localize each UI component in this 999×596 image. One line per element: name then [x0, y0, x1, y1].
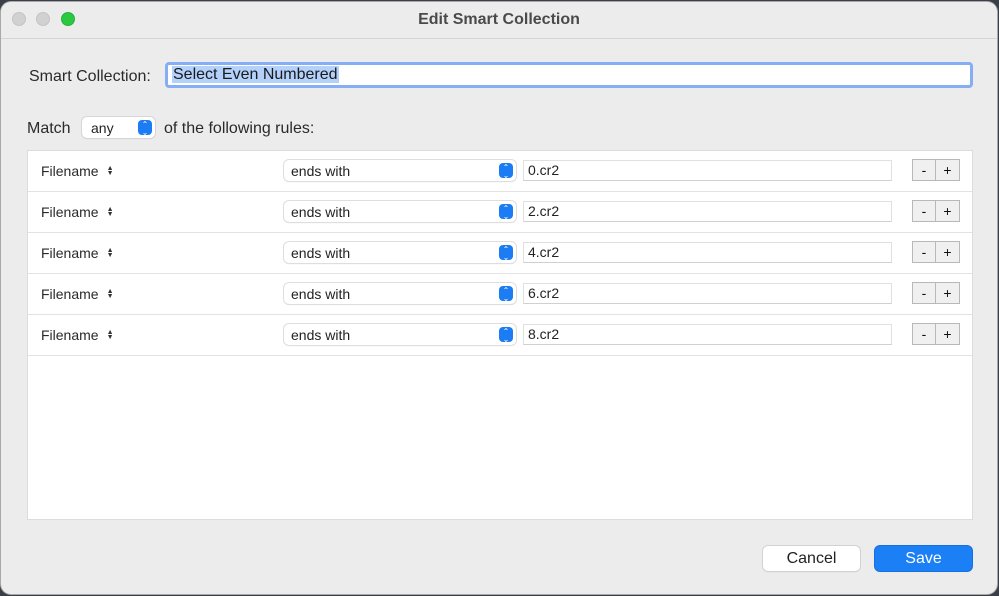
collection-name-input[interactable]: Select Even Numbered [165, 62, 973, 88]
cancel-button[interactable]: Cancel [763, 546, 860, 571]
field-popup-value: Filename [41, 245, 99, 261]
updown-chevron-icon: ⌃ ⌃ [499, 163, 513, 179]
operator-select[interactable]: ends with ⌃ ⌃ [284, 283, 516, 304]
selected-text: Select Even Numbered [172, 66, 339, 83]
remove-rule-button[interactable]: - [912, 200, 936, 222]
remove-rule-button[interactable]: - [912, 159, 936, 181]
rule-value-input[interactable]: 0.cr2 [523, 160, 892, 181]
operator-select-value: ends with [291, 204, 351, 220]
updown-arrows-icon: ▲ ▼ [106, 329, 114, 341]
updown-arrows-icon: ▲ ▼ [106, 247, 114, 259]
edit-smart-collection-dialog: Edit Smart Collection Smart Collection: … [1, 2, 997, 594]
field-popup-value: Filename [41, 204, 99, 220]
rule-row: Filename ▲ ▼ ends with ⌃ ⌃ 8.cr2- + [28, 315, 972, 356]
remove-rule-button[interactable]: - [912, 241, 936, 263]
operator-select[interactable]: ends with ⌃ ⌃ [284, 242, 516, 263]
title-bar: Edit Smart Collection [1, 2, 997, 39]
operator-select[interactable]: ends with ⌃ ⌃ [284, 201, 516, 222]
rule-value-input[interactable]: 8.cr2 [523, 324, 892, 345]
match-label: Match [27, 120, 71, 137]
rule-buttons: - + [912, 159, 960, 181]
add-rule-button[interactable]: + [936, 200, 960, 222]
operator-select[interactable]: ends with ⌃ ⌃ [284, 160, 516, 181]
rule-row: Filename ▲ ▼ ends with ⌃ ⌃ 4.cr2- + [28, 233, 972, 274]
updown-chevron-icon: ⌃ ⌃ [499, 204, 513, 220]
add-rule-button[interactable]: + [936, 241, 960, 263]
operator-select-value: ends with [291, 286, 351, 302]
remove-rule-button[interactable]: - [912, 323, 936, 345]
updown-arrows-icon: ▲ ▼ [106, 206, 114, 218]
field-popup-value: Filename [41, 327, 99, 343]
field-popup[interactable]: Filename ▲ ▼ [41, 245, 114, 261]
rule-row: Filename ▲ ▼ ends with ⌃ ⌃ 0.cr2- + [28, 151, 972, 192]
add-rule-button[interactable]: + [936, 323, 960, 345]
collection-name-label: Smart Collection: [29, 68, 151, 85]
field-popup-value: Filename [41, 163, 99, 179]
field-popup-value: Filename [41, 286, 99, 302]
add-rule-button[interactable]: + [936, 282, 960, 304]
updown-chevron-icon: ⌃ ⌃ [499, 286, 513, 302]
field-popup[interactable]: Filename ▲ ▼ [41, 204, 114, 220]
collection-name-row: Smart Collection: Select Even Numbered [29, 62, 973, 90]
updown-chevron-icon: ⌃ ⌃ [499, 327, 513, 343]
field-popup[interactable]: Filename ▲ ▼ [41, 163, 114, 179]
rule-value-input[interactable]: 6.cr2 [523, 283, 892, 304]
updown-arrows-icon: ▲ ▼ [106, 288, 114, 300]
match-select[interactable]: any ⌃ ⌃ [82, 117, 155, 138]
rule-buttons: - + [912, 282, 960, 304]
rule-row: Filename ▲ ▼ ends with ⌃ ⌃ 6.cr2- + [28, 274, 972, 315]
match-tail-label: of the following rules: [164, 120, 315, 137]
rule-buttons: - + [912, 241, 960, 263]
operator-select-value: ends with [291, 163, 351, 179]
remove-rule-button[interactable]: - [912, 282, 936, 304]
rules-list: Filename ▲ ▼ ends with ⌃ ⌃ 0.cr2- + Filename ▲ ▼ en… [27, 150, 973, 520]
operator-select[interactable]: ends with ⌃ ⌃ [284, 324, 516, 345]
field-popup[interactable]: Filename ▲ ▼ [41, 327, 114, 343]
rule-row: Filename ▲ ▼ ends with ⌃ ⌃ 2.cr2- + [28, 192, 972, 233]
operator-select-value: ends with [291, 245, 351, 261]
save-button[interactable]: Save [875, 546, 972, 571]
window-title: Edit Smart Collection [418, 11, 580, 28]
rule-buttons: - + [912, 323, 960, 345]
field-popup[interactable]: Filename ▲ ▼ [41, 286, 114, 302]
updown-chevron-icon: ⌃ ⌃ [138, 120, 152, 136]
match-select-value: any [91, 120, 114, 136]
rule-value-input[interactable]: 2.cr2 [523, 201, 892, 222]
rule-buttons: - + [912, 200, 960, 222]
operator-select-value: ends with [291, 327, 351, 343]
updown-arrows-icon: ▲ ▼ [106, 165, 114, 177]
rule-value-input[interactable]: 4.cr2 [523, 242, 892, 263]
updown-chevron-icon: ⌃ ⌃ [499, 245, 513, 261]
add-rule-button[interactable]: + [936, 159, 960, 181]
